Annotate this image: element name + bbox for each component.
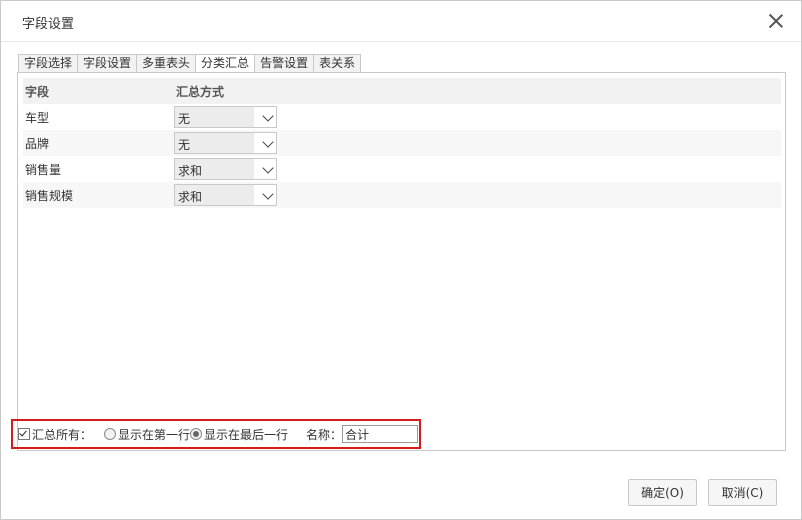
method-select[interactable]: 求和 — [174, 184, 277, 206]
close-icon[interactable] — [767, 12, 785, 30]
cancel-button[interactable]: 取消(C) — [708, 479, 777, 506]
chevron-down-icon — [262, 136, 274, 148]
name-input[interactable] — [342, 425, 419, 443]
table-header-row: 字段 汇总方式 — [23, 78, 781, 104]
table-row: 车型 无 — [23, 104, 781, 130]
field-name: 销售规模 — [25, 189, 74, 203]
method-value: 无 — [178, 112, 191, 126]
show-first-row-label: 显示在第一行 — [118, 427, 191, 442]
field-settings-dialog: 字段设置 字段选择 字段设置 多重表头 分类汇总 告警设置 表关系 字段 汇总方… — [0, 0, 802, 520]
field-name: 品牌 — [25, 137, 50, 151]
header-field: 字段 — [25, 85, 50, 99]
tab-bar: 字段选择 字段设置 多重表头 分类汇总 告警设置 表关系 — [18, 54, 362, 73]
method-value: 求和 — [178, 164, 203, 178]
summary-options: 汇总所有： 显示在第一行 显示在最后一行 名称： — [18, 425, 419, 443]
summarize-all-label: 汇总所有： — [32, 427, 93, 442]
tab-field-settings[interactable]: 字段设置 — [78, 54, 138, 72]
dialog-title: 字段设置 — [22, 17, 75, 32]
name-label: 名称： — [306, 427, 343, 442]
dialog-titlebar: 字段设置 — [1, 1, 801, 42]
method-select[interactable]: 无 — [174, 106, 277, 128]
table-row: 品牌 无 — [23, 130, 781, 156]
tab-table-relation[interactable]: 表关系 — [314, 54, 362, 72]
chevron-down-icon — [262, 188, 274, 200]
show-last-row-label: 显示在最后一行 — [204, 427, 289, 442]
method-select[interactable]: 求和 — [174, 158, 277, 180]
method-value: 无 — [178, 138, 191, 152]
tab-alert-settings[interactable]: 告警设置 — [255, 54, 315, 72]
field-name: 销售量 — [25, 163, 62, 177]
subtotal-table: 字段 汇总方式 车型 无 品牌 无 销售量 求和 销售规模 求和 — [23, 78, 781, 208]
method-select[interactable]: 无 — [174, 132, 277, 154]
tab-multi-header[interactable]: 多重表头 — [137, 54, 197, 72]
table-row: 销售规模 求和 — [23, 182, 781, 208]
ok-button[interactable]: 确定(O) — [628, 479, 697, 506]
chevron-down-icon — [262, 110, 274, 122]
show-last-row-radio[interactable] — [190, 428, 203, 440]
method-value: 求和 — [178, 190, 203, 204]
tab-field-select[interactable]: 字段选择 — [18, 54, 79, 72]
subtotal-panel: 字段 汇总方式 车型 无 品牌 无 销售量 求和 销售规模 求和 — [17, 72, 786, 451]
chevron-down-icon — [262, 162, 274, 174]
summarize-all-checkbox[interactable] — [18, 428, 30, 440]
header-method: 汇总方式 — [176, 85, 225, 99]
field-name: 车型 — [25, 111, 50, 125]
tab-subtotal[interactable]: 分类汇总 — [196, 54, 256, 73]
table-row: 销售量 求和 — [23, 156, 781, 182]
show-first-row-radio[interactable] — [104, 428, 117, 440]
